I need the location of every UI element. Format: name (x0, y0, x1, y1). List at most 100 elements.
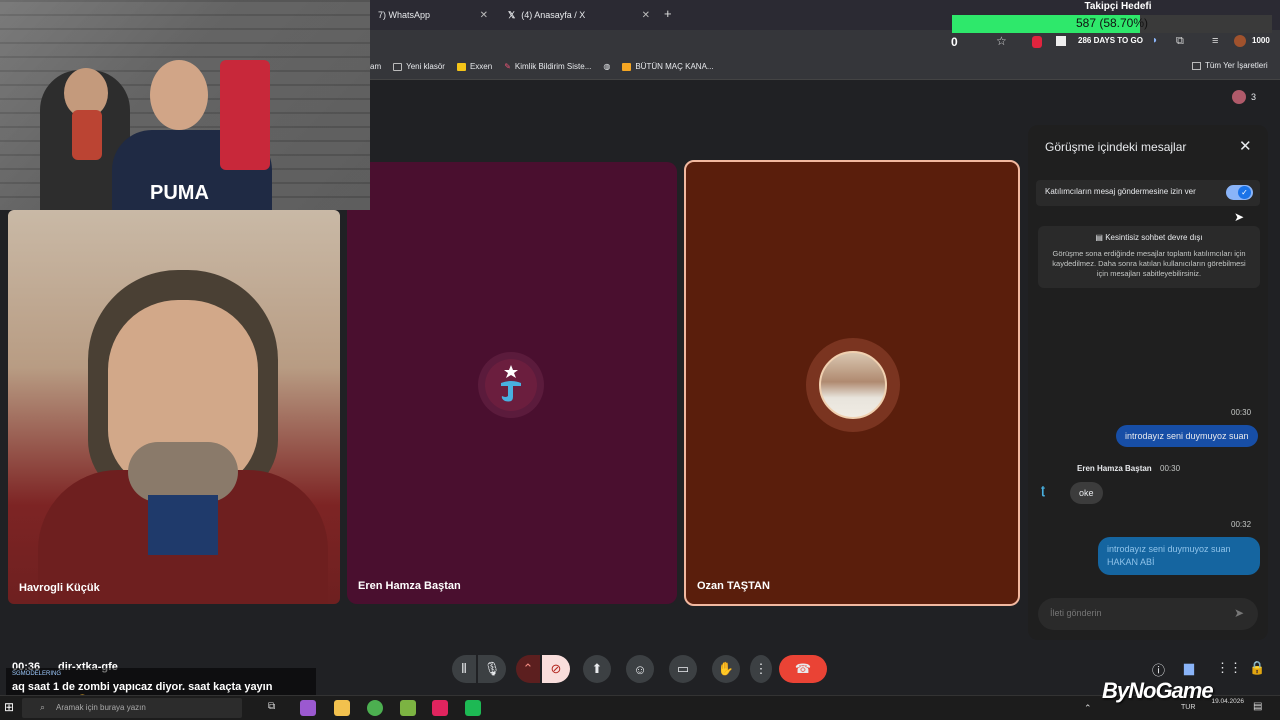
extension-icon[interactable] (1056, 36, 1066, 46)
leave-call-button[interactable]: ☎ (779, 655, 827, 683)
tab-x[interactable]: 𝕏 (4) Anasayfa / X ✕ (500, 4, 658, 26)
feather-icon: ✎ (504, 62, 511, 71)
raise-hand-button[interactable]: ✋ (712, 655, 740, 683)
message-time: 00:30 (1160, 464, 1181, 473)
star-icon[interactable]: ☆ (996, 34, 1007, 48)
folder-icon (393, 62, 403, 71)
profile-avatar[interactable] (1234, 35, 1246, 47)
bookmark-globe[interactable]: ◍ (603, 62, 610, 71)
allow-messages-label: Katılımcıların mesaj göndermesine izin v… (1045, 187, 1196, 196)
bookmark-folder[interactable]: Yeni klasör (393, 62, 445, 71)
trabzonspor-avatar-icon: ʈ (1041, 483, 1045, 497)
taskbar-language: TUR (1181, 704, 1196, 711)
message-bubble: introdayız seni duymuyoz suan HAKAN ABİ (1098, 537, 1260, 575)
participant-name: Havrogli Küçük (19, 582, 100, 594)
windows-start-icon[interactable]: ⊞ (4, 700, 14, 714)
globe-icon: ◍ (603, 62, 611, 71)
message-bubble: introdayız seni duymuyoz suan (1116, 425, 1258, 447)
info-body: Görüşme sona erdiğinde mesajlar toplantı… (1052, 249, 1246, 278)
message-time: 00:32 (1231, 520, 1252, 529)
video-settings-button[interactable]: ⌃ (516, 655, 540, 683)
captions-button[interactable]: ▭ (669, 655, 697, 683)
follower-goal-title: Takipçi Hedefi (1084, 1, 1152, 12)
mic-button[interactable]: 🎙 (478, 655, 506, 683)
jp-icon (622, 62, 632, 71)
activities-icon[interactable]: ⋮⋮ (1216, 660, 1242, 676)
participant-tile-ozan[interactable]: Ozan TAŞTAN (684, 160, 1020, 606)
waveform-icon: ⦀ (461, 661, 467, 676)
close-icon[interactable]: ✕ (642, 10, 650, 21)
notification-icon[interactable]: ▤ (1253, 701, 1262, 712)
message-time: 00:30 (1231, 408, 1252, 417)
task-view-icon[interactable]: ⧉ (268, 701, 275, 712)
streamer-webcam: PUMA (0, 0, 370, 210)
tab-label: (4) Anasayfa / X (521, 10, 586, 20)
chat-icon[interactable]: ▆ (1184, 660, 1194, 676)
chevron-up-icon[interactable]: ⌃ (1084, 703, 1092, 714)
emoji-icon: ☺ (633, 661, 647, 677)
close-icon[interactable]: ✕ (1239, 137, 1252, 155)
mic-icon: 🎙 (483, 661, 501, 676)
audio-settings-button[interactable]: ⦀ (452, 655, 476, 683)
captions-icon: ▭ (676, 661, 690, 676)
present-icon: ⬆ (591, 661, 603, 676)
avatar (819, 351, 887, 419)
send-icon[interactable]: ➤ (1234, 606, 1244, 620)
more-options-button[interactable]: ⋮ (750, 655, 772, 683)
close-icon[interactable]: ✕ (480, 10, 488, 21)
puzzle-icon[interactable]: ⧉ (1176, 35, 1184, 48)
info-title: ▤ Kesintisiz sohbet devre dışı (1095, 233, 1203, 242)
present-button[interactable]: ⬆ (583, 655, 611, 683)
chat-panel-title: Görüşme içindeki mesajlar (1045, 140, 1187, 154)
end-call-icon: ☎ (794, 661, 812, 676)
watermark-logo: ByNoGame (1102, 678, 1214, 703)
chevron-up-icon: ⌃ (522, 661, 534, 676)
bookmark-mac[interactable]: BÜTÜN MAÇ KANA... (622, 62, 714, 71)
menu-lines-icon[interactable]: ≡ (1212, 35, 1218, 47)
taskbar-search-placeholder: Aramak için buraya yazın (56, 703, 146, 712)
app-icon[interactable] (300, 700, 316, 716)
file-explorer-icon[interactable] (334, 700, 350, 716)
participant-name: Ozan TAŞTAN (697, 580, 770, 592)
host-controls-icon[interactable]: 🔒 (1249, 660, 1265, 676)
message-bubble: oke (1070, 482, 1103, 504)
trabzonspor-logo-icon (485, 359, 537, 411)
check-icon: ✓ (1238, 186, 1251, 199)
emoji-button[interactable]: ☺ (626, 655, 654, 683)
all-bookmarks[interactable]: Tüm Yer İşaretleri (1192, 61, 1268, 70)
chrome-icon[interactable] (367, 700, 383, 716)
extension-icon[interactable]: ◗ (1152, 35, 1158, 46)
app-icon[interactable] (400, 700, 416, 716)
bookmark-kimlik[interactable]: ✎ Kimlik Bildirim Siste... (504, 62, 591, 71)
participant-tile-havrogli[interactable]: Havrogli Küçük (8, 210, 340, 604)
camera-off-icon: ⊘ (550, 661, 562, 676)
obs-icon[interactable] (432, 700, 448, 716)
chat-icon: ▤ (1095, 233, 1103, 242)
bookmark-exxen[interactable]: Exxen (456, 62, 492, 71)
follower-progress-text: 587 (58.70%) (1075, 16, 1149, 30)
participant-name: Eren Hamza Baştan (358, 580, 461, 592)
participants-button[interactable]: 3 (1232, 90, 1256, 104)
follower-target: 1000 (1252, 36, 1270, 45)
participant-tile-eren[interactable]: Eren Hamza Baştan (347, 162, 677, 604)
exxen-icon (456, 62, 466, 71)
folder-icon (1192, 61, 1201, 70)
bookmark-item[interactable]: am (370, 62, 381, 71)
tab-label: 7) WhatsApp (378, 10, 431, 20)
follower-count-left: 0 (951, 35, 958, 49)
extension-icon[interactable] (1032, 36, 1042, 48)
info-icon[interactable]: ⓘ (1152, 660, 1165, 679)
x-logo-icon: 𝕏 (508, 9, 516, 20)
meet-icon[interactable] (465, 700, 481, 716)
message-input[interactable] (1050, 608, 1220, 618)
participant-count: 3 (1251, 92, 1257, 102)
mouse-cursor-icon: ➤ (1234, 210, 1245, 224)
avatar (1232, 90, 1246, 104)
message-sender: Eren Hamza Baştan (1077, 464, 1152, 473)
camera-off-button[interactable]: ⊘ (542, 655, 570, 683)
tab-whatsapp[interactable]: 7) WhatsApp ✕ (370, 4, 496, 26)
hand-icon: ✋ (717, 661, 735, 676)
stream-chat-user: SGMODELERING (12, 671, 62, 677)
follower-days: 286 DAYS TO GO (1078, 36, 1143, 45)
new-tab-icon[interactable]: + (664, 6, 672, 21)
